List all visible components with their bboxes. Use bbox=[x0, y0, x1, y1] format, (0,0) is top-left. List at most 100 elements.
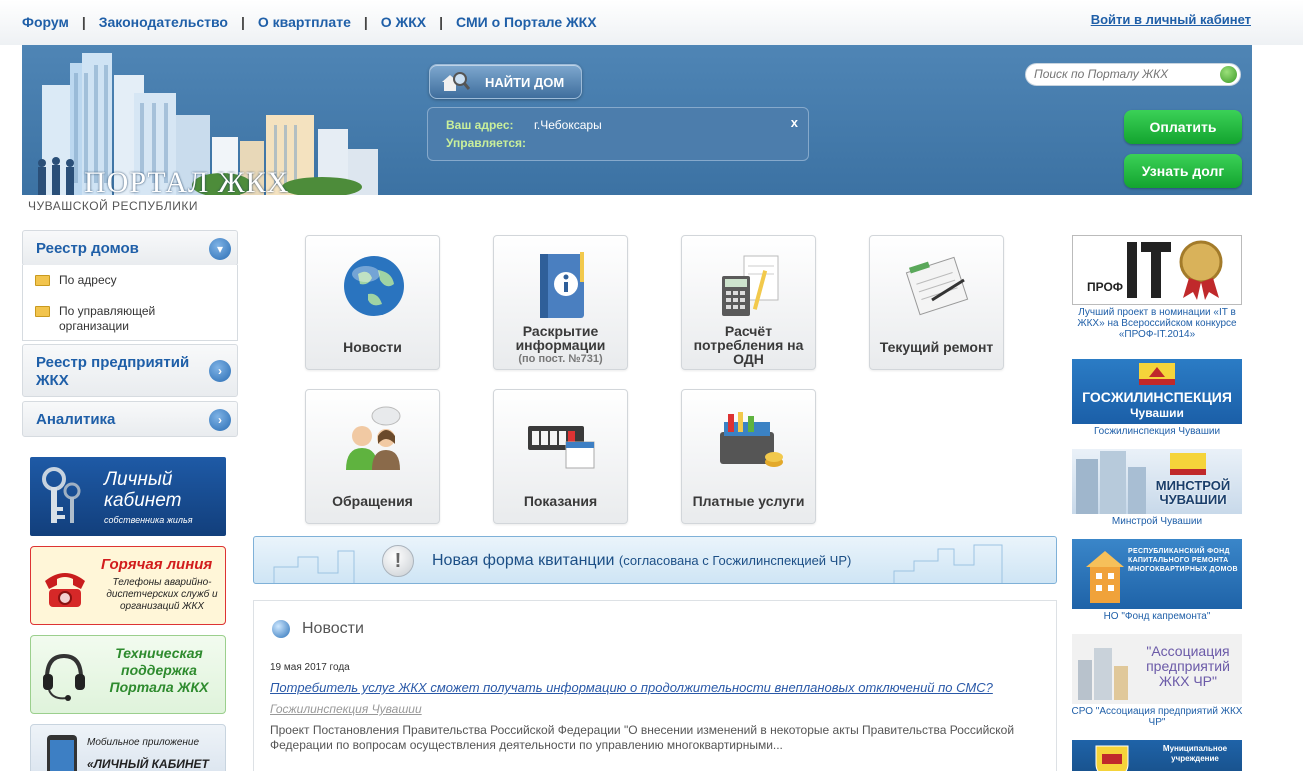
nav-link-about[interactable]: О ЖКХ bbox=[381, 14, 426, 30]
top-navigation: Форум | Законодательство | О квартплате | О ЖК… bbox=[0, 0, 1303, 45]
notice-note: (согласована с Госжилинспекцией ЧР) bbox=[618, 553, 852, 568]
find-house-button[interactable]: НАЙТИ ДОМ bbox=[429, 64, 582, 99]
info-book-icon bbox=[540, 252, 584, 318]
sidebar-analytics-label: Аналитика bbox=[36, 411, 116, 428]
fond-caption[interactable]: НО "Фонд капремонта" bbox=[1064, 611, 1250, 622]
nav-link-forum[interactable]: Форум bbox=[22, 14, 69, 30]
headset-icon bbox=[43, 653, 85, 701]
news-source-link[interactable]: Госжилинспекция Чувашии bbox=[270, 702, 422, 716]
nav-link-rent[interactable]: О квартплате bbox=[258, 14, 351, 30]
people-chat-icon bbox=[346, 406, 401, 470]
tile-disclosure[interactable]: Раскрытие информации (по пост. №731) bbox=[493, 235, 628, 370]
sidebar-registry-companies-label: Реестр предприятий ЖКХ bbox=[36, 354, 190, 389]
nav-separator: | bbox=[81, 14, 86, 30]
tile-label-sub: (по пост. №731) bbox=[518, 353, 603, 365]
address-panel: Ваш адрес: г.Чебоксары Управляется: x bbox=[427, 107, 809, 161]
tile-paid-services[interactable]: Платные услуги bbox=[681, 389, 816, 524]
tile-label: Текущий ремонт bbox=[879, 339, 994, 355]
search-input[interactable] bbox=[1034, 67, 1214, 81]
news-body: Проект Постановления Правительства Росси… bbox=[270, 723, 1015, 752]
municipal-banner[interactable]: Муниципальное учреждение bbox=[1072, 740, 1242, 771]
nav-separator: | bbox=[363, 14, 368, 30]
keys-icon bbox=[42, 467, 81, 523]
managed-label: Управляется: bbox=[446, 136, 527, 150]
address-close-button[interactable]: x bbox=[791, 115, 798, 130]
prof-it-banner[interactable]: ПРОФ IT bbox=[1072, 235, 1242, 305]
mobile-app-promo[interactable]: Мобильное приложение «ЛИЧНЫЙ КАБИНЕТ bbox=[30, 724, 226, 771]
search-go-icon[interactable] bbox=[1220, 66, 1237, 83]
prof-it-caption[interactable]: Лучший проект в номинации «IT в ЖКХ» на … bbox=[1064, 307, 1250, 340]
minstroy-banner[interactable]: МИНСТРОЙ ЧУВАШИИ bbox=[1072, 449, 1242, 514]
tile-label: Расчёт потребления на ОДН bbox=[693, 323, 804, 367]
globe-icon bbox=[344, 256, 404, 316]
phone-icon bbox=[45, 573, 85, 607]
sidebar-registry-companies[interactable]: Реестр предприятий ЖКХ › bbox=[22, 344, 238, 397]
tile-requests[interactable]: Обращения bbox=[305, 389, 440, 524]
page: { "topnav": { "links": ["Форум", "Законо… bbox=[0, 0, 1303, 771]
tile-meter-readings[interactable]: Показания bbox=[493, 389, 628, 524]
login-cabinet-link[interactable]: Войти в личный кабинет bbox=[1091, 12, 1251, 27]
news-headline-link[interactable]: Потребитель услуг ЖКХ сможет получать ин… bbox=[270, 680, 993, 695]
exclamation-icon: ! bbox=[382, 545, 414, 577]
header-banner: ПОРТАЛ ЖКХ НАЙТИ ДОМ Ваш адрес: г.Чебокс… bbox=[22, 45, 1252, 195]
address-label: Ваш адрес: bbox=[446, 118, 514, 132]
gji-banner-title: ГОСЖИЛИНСПЕКЦИЯ bbox=[1082, 389, 1232, 405]
hotline-subtitle: Телефоны аварийно-диспетчерских служб и … bbox=[106, 577, 218, 612]
tech-support-title: Техническая поддержка Портала ЖКХ bbox=[109, 645, 209, 695]
mobile-app-title: «ЛИЧНЫЙ КАБИНЕТ bbox=[87, 757, 209, 771]
folder-icon bbox=[35, 306, 50, 317]
news-date: 19 мая 2017 года bbox=[270, 662, 350, 673]
notice-text: Новая форма квитанции (согласована с Гос… bbox=[432, 552, 851, 570]
tech-support-promo[interactable]: Техническая поддержка Портала ЖКХ bbox=[30, 635, 226, 714]
personal-cabinet-subtitle: собственника жилья bbox=[104, 515, 193, 525]
chevron-down-icon: ▾ bbox=[209, 238, 231, 260]
address-value: г.Чебоксары bbox=[534, 118, 602, 132]
house-search-icon bbox=[442, 72, 470, 91]
gji-banner[interactable]: ГОСЖИЛИНСПЕКЦИЯ Чувашии bbox=[1072, 359, 1242, 424]
calculator-icon bbox=[722, 255, 779, 316]
gji-caption[interactable]: Госжилинспекция Чувашии bbox=[1064, 426, 1250, 437]
region-subtitle: ЧУВАШСКОЙ РЕСПУБЛИКИ bbox=[28, 199, 198, 213]
tile-current-repair[interactable]: Текущий ремонт bbox=[869, 235, 1004, 370]
toolbox-icon bbox=[720, 412, 783, 467]
meter-icon bbox=[528, 426, 595, 469]
association-banner-title: "Ассоциация предприятий ЖКХ ЧР" bbox=[1146, 643, 1230, 689]
notice-main: Новая форма квитанции bbox=[432, 552, 615, 569]
personal-cabinet-promo[interactable]: Личный кабинет собственника жилья bbox=[30, 457, 226, 536]
sidebar-registry-houses[interactable]: Реестр домов ▾ bbox=[22, 230, 238, 266]
prof-it-text: ПРОФ IT bbox=[1087, 280, 1138, 294]
association-banner[interactable]: "Ассоциация предприятий ЖКХ ЧР" bbox=[1072, 634, 1242, 704]
globe-icon bbox=[272, 620, 290, 638]
coat-of-arms-icon bbox=[1095, 745, 1129, 771]
tile-consumption-calc[interactable]: Расчёт потребления на ОДН bbox=[681, 235, 816, 370]
news-panel: Новости 19 мая 2017 года Потребитель усл… bbox=[253, 600, 1057, 771]
fond-banner-title: РЕСПУБЛИКАНСКИЙ ФОНД КАПИТАЛЬНОГО РЕМОНТ… bbox=[1128, 548, 1238, 573]
nav-link-media[interactable]: СМИ о Портале ЖКХ bbox=[456, 14, 597, 30]
hotline-title: Горячая линия bbox=[101, 556, 213, 573]
buildings-illustration bbox=[1078, 648, 1128, 700]
fond-banner[interactable]: РЕСПУБЛИКАНСКИЙ ФОНД КАПИТАЛЬНОГО РЕМОНТ… bbox=[1072, 539, 1242, 609]
submenu-item-label: По адресу bbox=[59, 273, 117, 287]
nav-links: Форум | Законодательство | О квартплате | О ЖК… bbox=[22, 14, 597, 30]
new-receipt-notice-banner[interactable]: ! Новая форма квитанции (согласована с Г… bbox=[253, 536, 1057, 584]
association-caption[interactable]: СРО "Ассоциация предприятий ЖКХ ЧР" bbox=[1064, 706, 1250, 728]
mobile-app-subtitle: Мобильное приложение bbox=[87, 737, 200, 748]
minstroy-caption[interactable]: Минстрой Чувашии bbox=[1064, 516, 1250, 527]
tile-news[interactable]: Новости bbox=[305, 235, 440, 370]
personal-cabinet-title: Личный кабинет bbox=[104, 469, 182, 511]
sidebar-registry-houses-label: Реестр домов bbox=[36, 240, 139, 257]
news-header: Новости bbox=[302, 620, 364, 637]
gji-banner-subtitle: Чувашии bbox=[1130, 406, 1184, 420]
check-debt-button[interactable]: Узнать долг bbox=[1124, 154, 1242, 188]
tile-label: Платные услуги bbox=[692, 493, 805, 509]
hotline-promo[interactable]: Горячая линия Телефоны аварийно-диспетче… bbox=[30, 546, 226, 625]
pay-button[interactable]: Оплатить bbox=[1124, 110, 1242, 144]
folder-icon bbox=[35, 275, 50, 286]
tile-label: Раскрытие информации (по пост. №731) bbox=[494, 324, 627, 366]
sidebar-analytics[interactable]: Аналитика › bbox=[22, 401, 238, 437]
portal-search bbox=[1025, 63, 1241, 86]
nav-link-legislation[interactable]: Законодательство bbox=[99, 14, 228, 30]
municipal-banner-title: Муниципальное учреждение bbox=[1162, 744, 1228, 763]
tile-label: Показания bbox=[523, 493, 598, 509]
find-house-label: НАЙТИ ДОМ bbox=[485, 75, 565, 90]
